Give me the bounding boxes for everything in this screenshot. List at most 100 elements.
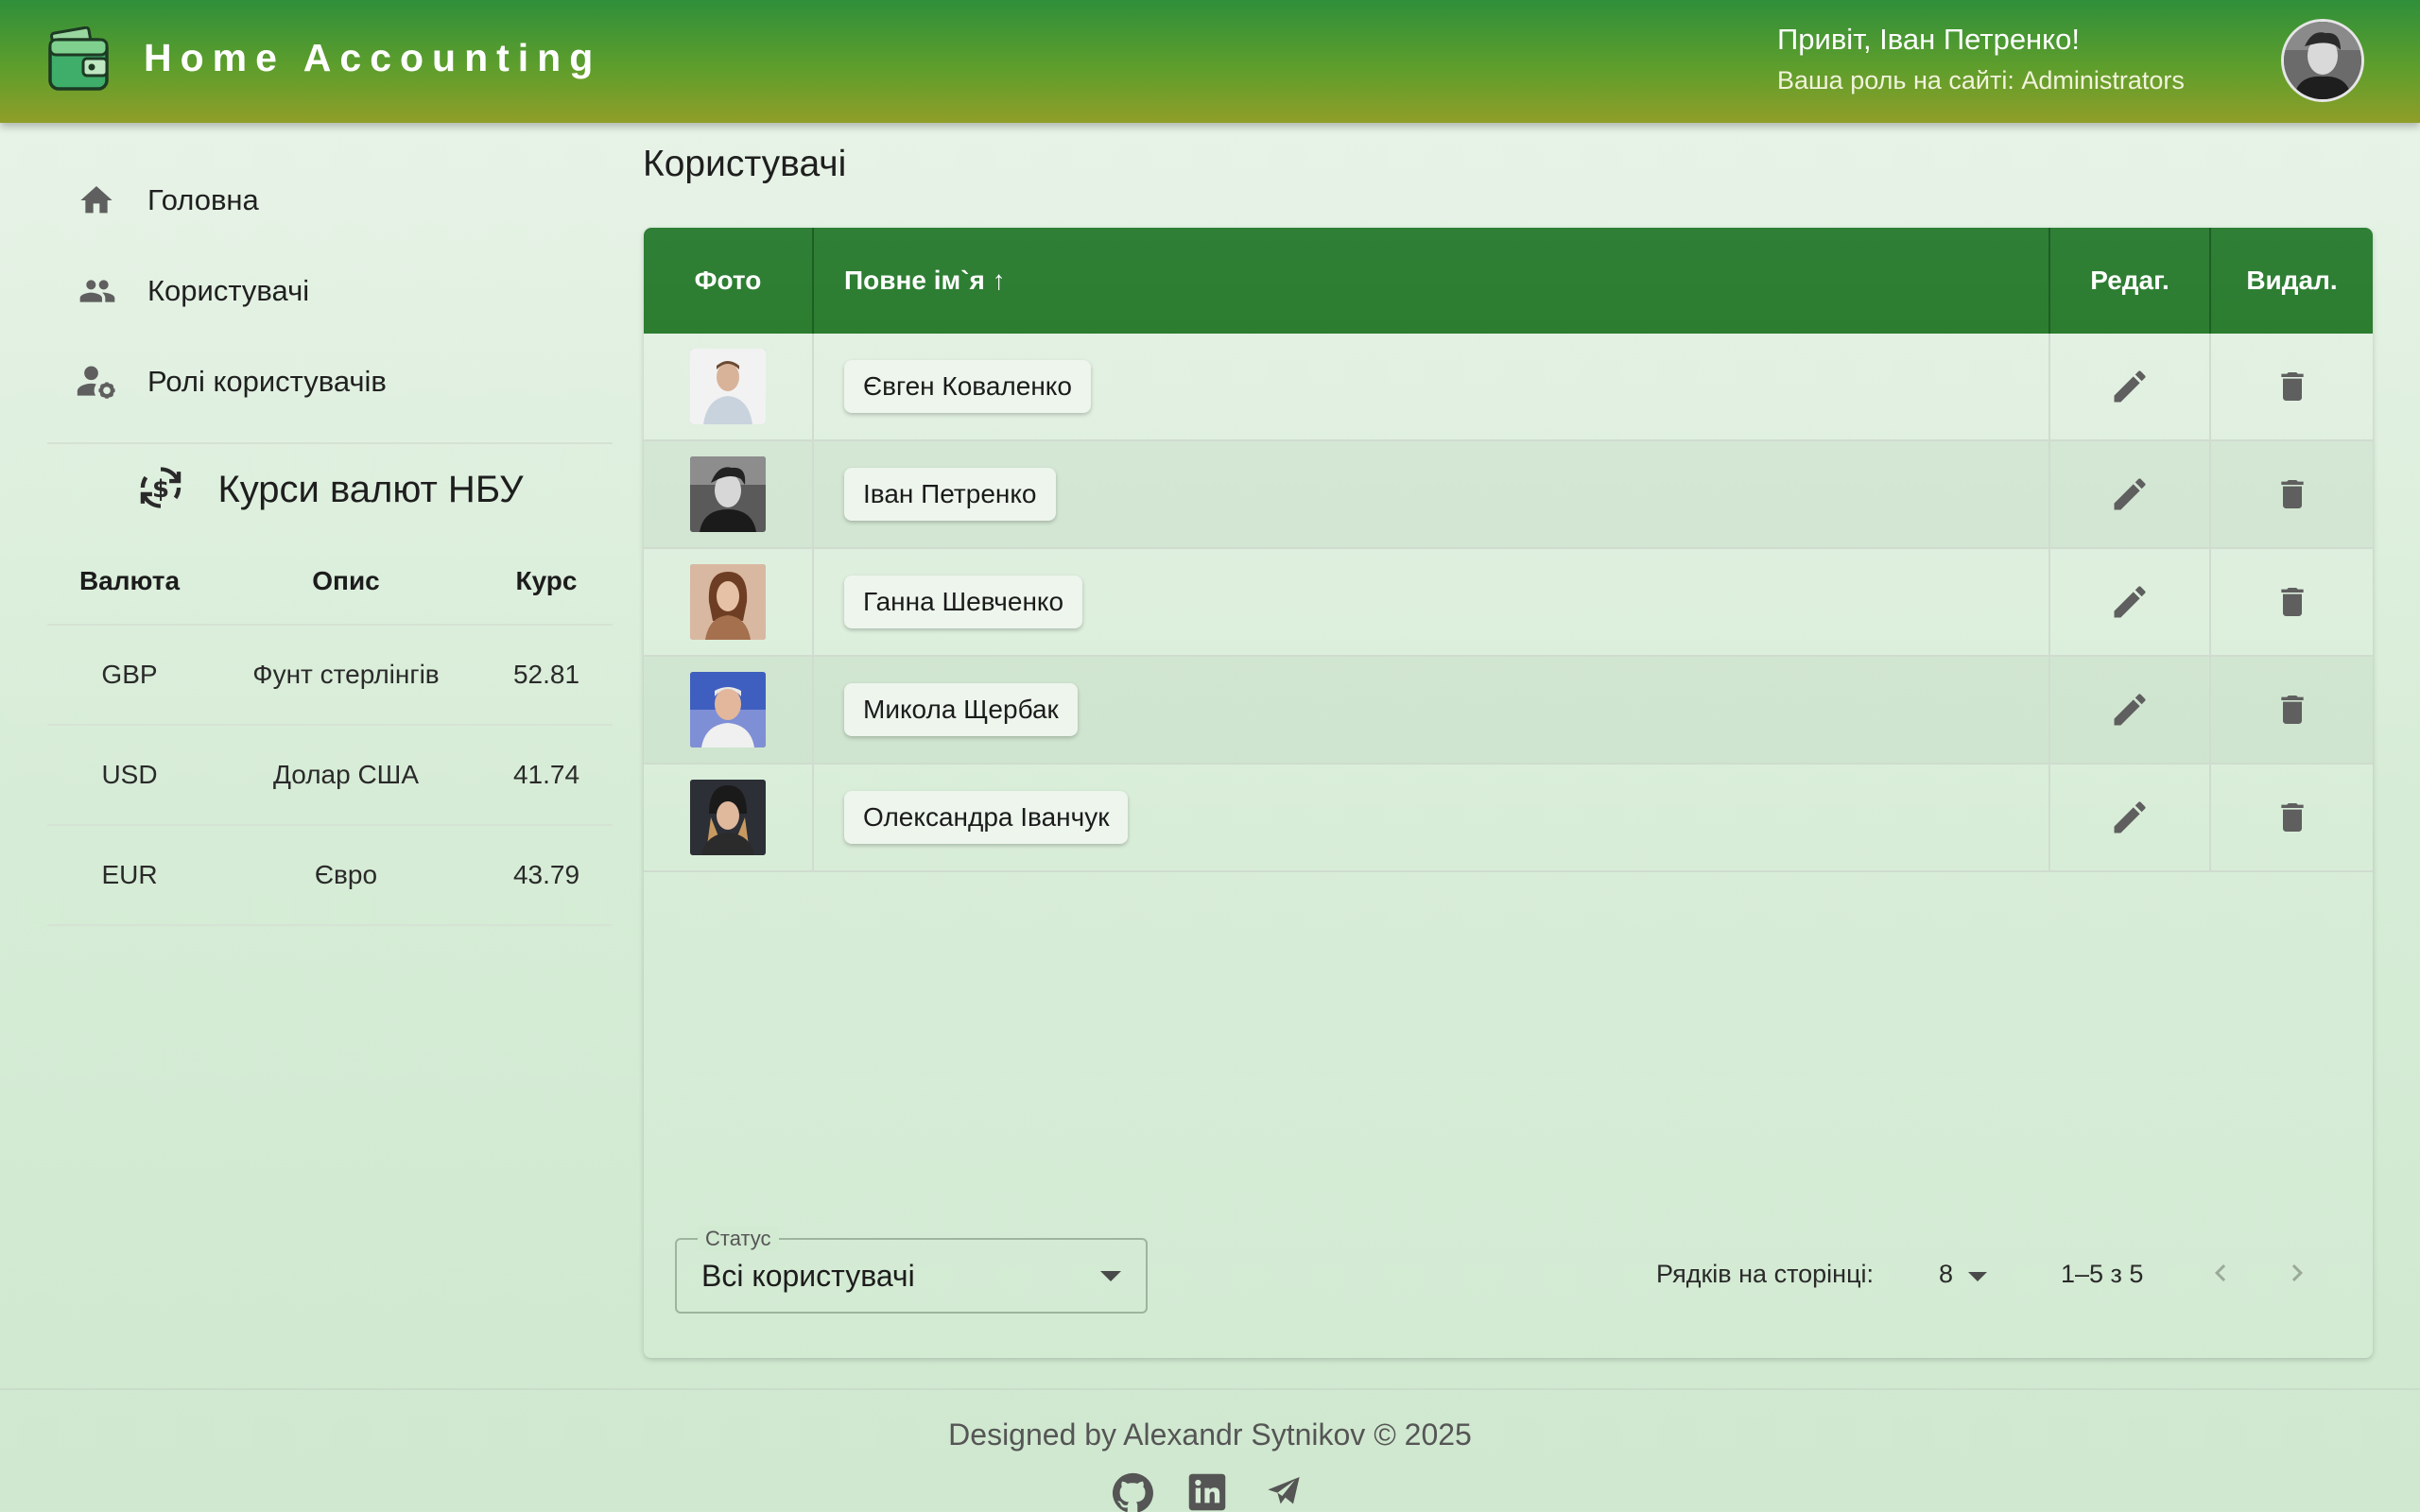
user-settings-icon: [47, 359, 147, 404]
edit-icon[interactable]: [2101, 466, 2158, 523]
edit-cell: [2050, 657, 2211, 763]
rates-row: USD Долар США 41.74: [47, 726, 613, 826]
table-header: Фото Повне ім`я ↑ Редаг. Видал.: [644, 228, 2373, 334]
user-photo: [690, 672, 766, 747]
users-table-card: Фото Повне ім`я ↑ Редаг. Видал. Євген Ко…: [644, 228, 2373, 1358]
table-body: Євген Коваленко Іван Петренко Ганна Шевч…: [644, 334, 2373, 872]
rate-description: Євро: [314, 860, 378, 889]
footer-credits: Designed by Alexandr Sytnikov © 2025: [948, 1418, 1472, 1452]
user-name-chip[interactable]: Іван Петренко: [844, 468, 1056, 521]
edit-icon[interactable]: [2101, 789, 2158, 846]
rows-per-page-select[interactable]: 8: [1939, 1260, 1953, 1289]
edit-icon[interactable]: [2101, 681, 2158, 738]
rate-description: Долар США: [272, 760, 420, 789]
name-cell: Ганна Шевченко: [814, 549, 2050, 655]
edit-cell: [2050, 334, 2211, 439]
edit-cell: [2050, 441, 2211, 547]
delete-cell: [2211, 334, 2373, 439]
sidebar-item-label: Головна: [147, 183, 259, 216]
currency-exchange-icon: $: [136, 463, 185, 517]
user-name-chip[interactable]: Євген Коваленко: [844, 360, 1091, 413]
photo-cell: [644, 765, 814, 870]
status-select[interactable]: Статус Всі користувачі: [675, 1227, 1148, 1314]
user-photo: [690, 349, 766, 424]
rate-currency: GBP: [101, 660, 158, 689]
rates-header-rate: Курс: [515, 566, 578, 595]
home-icon: [47, 178, 147, 223]
table-row: Микола Щербак: [644, 657, 2373, 765]
column-header-full-name[interactable]: Повне ім`я ↑: [814, 228, 2050, 334]
app-title[interactable]: Home Accounting: [144, 36, 601, 80]
telegram-icon[interactable]: [1263, 1472, 1305, 1512]
rates-table-header: Валюта Опис Курс: [47, 539, 613, 626]
user-photo: [690, 456, 766, 532]
page-title: Користувачі: [643, 144, 847, 184]
delete-icon[interactable]: [2264, 358, 2321, 415]
pagination-range: 1–5 з 5: [2061, 1260, 2144, 1288]
sidebar-item-user-roles[interactable]: Ролі користувачів: [47, 344, 614, 420]
rate-currency: EUR: [101, 860, 158, 889]
delete-icon[interactable]: [2264, 574, 2321, 630]
table-row: Ганна Шевченко: [644, 549, 2373, 657]
delete-icon[interactable]: [2264, 789, 2321, 846]
svg-text:$: $: [152, 474, 169, 503]
user-name-chip[interactable]: Микола Щербак: [844, 683, 1078, 736]
chevron-right-icon[interactable]: [2280, 1254, 2314, 1297]
photo-cell: [644, 657, 814, 763]
user-name-chip[interactable]: Ганна Шевченко: [844, 576, 1083, 628]
name-cell: Іван Петренко: [814, 441, 2050, 547]
delete-cell: [2211, 765, 2373, 870]
rates-header-currency: Валюта: [78, 566, 181, 595]
name-cell: Олександра Іванчук: [814, 765, 2050, 870]
dropdown-arrow-icon: [1100, 1270, 1121, 1287]
user-photo: [690, 564, 766, 640]
app-header: Home Accounting Привіт, Іван Петренко! В…: [0, 0, 2420, 123]
column-header-edit: Редаг.: [2050, 228, 2211, 334]
delete-cell: [2211, 657, 2373, 763]
photo-cell: [644, 549, 814, 655]
sidebar-divider: [47, 442, 613, 444]
people-icon: [47, 268, 147, 314]
photo-cell: [644, 441, 814, 547]
user-photo: [690, 780, 766, 855]
status-label: Статус: [698, 1227, 779, 1251]
github-icon[interactable]: [1112, 1472, 1153, 1512]
rate-description: Фунт стерлінгів: [252, 660, 440, 689]
delete-icon[interactable]: [2264, 466, 2321, 523]
sidebar-item-label: Користувачі: [147, 274, 310, 307]
column-header-delete: Видал.: [2246, 266, 2338, 295]
delete-icon[interactable]: [2264, 681, 2321, 738]
footer-divider: [0, 1388, 2420, 1390]
sidebar-item-users[interactable]: Користувачі: [47, 253, 614, 329]
rate-value: 41.74: [512, 760, 580, 789]
sidebar-item-home[interactable]: Головна: [47, 163, 614, 238]
edit-icon[interactable]: [2101, 574, 2158, 630]
dropdown-arrow-icon[interactable]: [1968, 1270, 1987, 1287]
linkedin-icon[interactable]: [1187, 1472, 1229, 1512]
user-role: Ваша роль на сайті: Administrators: [1777, 66, 2185, 94]
photo-cell: [644, 334, 814, 439]
rate-currency: USD: [101, 760, 158, 789]
rates-row: EUR Євро 43.79: [47, 826, 613, 926]
wallet-icon[interactable]: [47, 26, 110, 93]
rate-value: 43.79: [512, 860, 580, 889]
edit-icon[interactable]: [2101, 358, 2158, 415]
footer-social-links: [1112, 1472, 1310, 1512]
edit-cell: [2050, 549, 2211, 655]
rate-value: 52.81: [512, 660, 580, 689]
edit-cell: [2050, 765, 2211, 870]
rates-table: Валюта Опис Курс GBP Фунт стерлінгів 52.…: [47, 539, 613, 926]
rates-header: $ Курси валют НБУ: [47, 461, 613, 518]
name-cell: Євген Коваленко: [814, 334, 2050, 439]
table-row: Іван Петренко: [644, 441, 2373, 549]
chevron-left-icon[interactable]: [2204, 1254, 2238, 1297]
table-row: Євген Коваленко: [644, 334, 2373, 441]
column-header-photo: Фото: [644, 228, 814, 334]
status-value: Всі користувачі: [701, 1259, 915, 1293]
delete-cell: [2211, 549, 2373, 655]
user-greeting: Привіт, Іван Петренко!: [1777, 23, 2080, 56]
delete-cell: [2211, 441, 2373, 547]
user-avatar[interactable]: [2281, 19, 2364, 102]
rates-header-description: Опис: [312, 566, 380, 595]
user-name-chip[interactable]: Олександра Іванчук: [844, 791, 1129, 844]
